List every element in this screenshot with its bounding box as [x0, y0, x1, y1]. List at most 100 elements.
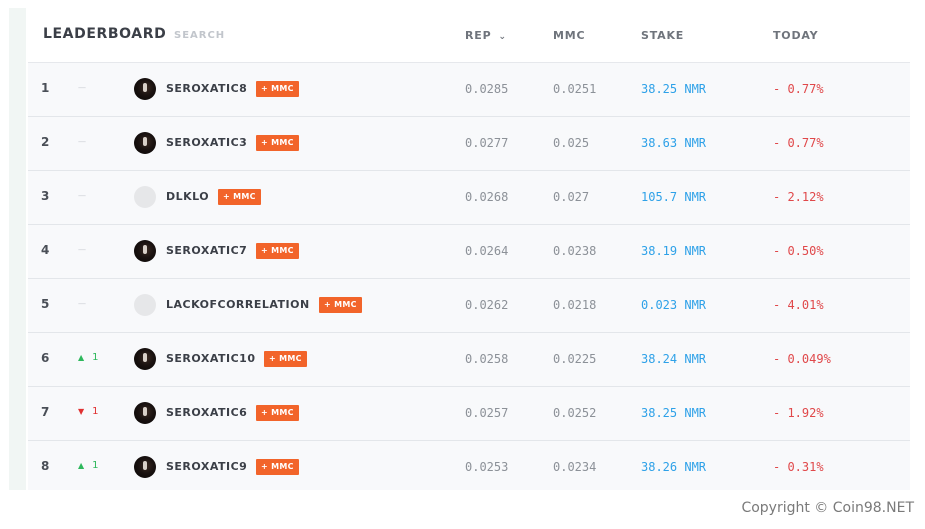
table-row[interactable]: 4 — SEROXATIC7 + MMC 0.0264 0.0238 38.19 NMR - … [28, 225, 910, 279]
mmc-value: 0.0238 [553, 244, 597, 258]
rep-value: 0.0264 [465, 244, 509, 258]
table-row[interactable]: 6 ▲ 1 SEROXATIC10 + MMC 0.0258 0.0225 38.24 NMR… [28, 333, 910, 387]
table-row[interactable]: 2 — SEROXATIC3 + MMC 0.0277 0.025 38.63 NMR - 0… [28, 117, 910, 171]
dash-icon: — [78, 191, 86, 200]
table-row[interactable]: 5 — LACKOFCORRELATION + MMC 0.0262 0.0218 0.02… [28, 279, 910, 333]
today-value: - 0.77% [773, 136, 824, 150]
avatar [134, 402, 156, 424]
column-header-rep[interactable]: REP ⌄ [465, 29, 507, 42]
stake-value: 38.25 NMR [641, 406, 707, 420]
column-header-rep-label: REP [465, 29, 492, 42]
avatar [134, 186, 156, 208]
stake-value: 0.023 NMR [641, 298, 707, 312]
rank-change-count: 1 [92, 460, 99, 471]
stake-value: 38.26 NMR [641, 460, 707, 474]
rank-number: 4 [41, 243, 50, 257]
arrow-down-icon: ▼ [78, 407, 85, 416]
today-value: - 0.77% [773, 82, 824, 96]
rank-change: — [78, 244, 86, 255]
avatar [134, 456, 156, 478]
model-name-link[interactable]: SEROXATIC6 [166, 406, 247, 419]
rank-number: 3 [41, 189, 50, 203]
model-name-link[interactable]: SEROXATIC9 [166, 460, 247, 473]
rank-number: 6 [41, 351, 50, 365]
model-name-link[interactable]: SEROXATIC7 [166, 244, 247, 257]
rank-change: — [78, 136, 86, 147]
mmc-badge: + MMC [256, 459, 299, 475]
today-value: - 2.12% [773, 190, 824, 204]
leaderboard-title: LEADERBOARD [43, 26, 167, 42]
copyright-watermark: Copyright © Coin98.NET [741, 500, 914, 516]
model-name-link[interactable]: SEROXATIC3 [166, 136, 247, 149]
mmc-badge: + MMC [256, 243, 299, 259]
mmc-badge: + MMC [319, 297, 362, 313]
avatar [134, 132, 156, 154]
rank-change-count: 1 [92, 406, 99, 417]
rank-number: 8 [41, 459, 50, 473]
rank-number: 7 [41, 405, 50, 419]
mmc-value: 0.027 [553, 190, 590, 204]
rep-value: 0.0268 [465, 190, 509, 204]
stake-value: 38.25 NMR [641, 82, 707, 96]
column-header-stake[interactable]: STAKE [641, 29, 684, 42]
mmc-value: 0.025 [553, 136, 590, 150]
dash-icon: — [78, 245, 86, 254]
page: LEADERBOARD SEARCH REP ⌄ MMC STAKE TODAY … [0, 0, 925, 529]
model-name-link[interactable]: SEROXATIC8 [166, 82, 247, 95]
stake-value: 38.19 NMR [641, 244, 707, 258]
avatar [134, 240, 156, 262]
dash-icon: — [78, 299, 86, 308]
rep-value: 0.0285 [465, 82, 509, 96]
rank-change: — [78, 190, 86, 201]
avatar [134, 294, 156, 316]
table-row[interactable]: 3 — DLKLO + MMC 0.0268 0.027 105.7 NMR - 2.12% [28, 171, 910, 225]
search-input[interactable]: SEARCH [174, 30, 225, 41]
mmc-value: 0.0225 [553, 352, 597, 366]
model-name-link[interactable]: LACKOFCORRELATION [166, 298, 310, 311]
table-row[interactable]: 7 ▼ 1 SEROXATIC6 + MMC 0.0257 0.0252 38.25 NMR -… [28, 387, 910, 441]
mmc-badge: + MMC [256, 135, 299, 151]
rank-change: — [78, 298, 86, 309]
leaderboard-header: LEADERBOARD SEARCH REP ⌄ MMC STAKE TODAY [28, 8, 910, 63]
dash-icon: — [78, 83, 86, 92]
mmc-value: 0.0251 [553, 82, 597, 96]
rank-number: 1 [41, 81, 50, 95]
leaderboard-card: LEADERBOARD SEARCH REP ⌄ MMC STAKE TODAY … [28, 8, 910, 490]
table-row[interactable]: 8 ▲ 1 SEROXATIC9 + MMC 0.0253 0.0234 38.26 NMR -… [28, 441, 910, 490]
stake-value: 38.63 NMR [641, 136, 707, 150]
today-value: - 4.01% [773, 298, 824, 312]
mmc-value: 0.0234 [553, 460, 597, 474]
mmc-badge: + MMC [264, 351, 307, 367]
column-header-today[interactable]: TODAY [773, 29, 818, 42]
rank-change-count: 1 [92, 352, 99, 363]
leaderboard-rows: 1— SEROXATIC8 + MMC 0.0285 0.0251 38.25 NMR - … [28, 63, 910, 490]
column-header-mmc[interactable]: MMC [553, 29, 585, 42]
model-name-link[interactable]: DLKLO [166, 190, 209, 203]
arrow-up-icon: ▲ [78, 353, 85, 362]
today-value: - 0.50% [773, 244, 824, 258]
mmc-value: 0.0252 [553, 406, 597, 420]
arrow-up-icon: ▲ [78, 461, 85, 470]
model-name-link[interactable]: SEROXATIC10 [166, 352, 255, 365]
left-panel-edge [9, 8, 26, 490]
rep-value: 0.0277 [465, 136, 509, 150]
chevron-down-icon: ⌄ [498, 32, 507, 42]
avatar [134, 348, 156, 370]
mmc-badge: + MMC [218, 189, 261, 205]
rank-change: ▲ 1 [78, 460, 99, 471]
mmc-badge: + MMC [256, 81, 299, 97]
today-value: - 0.049% [773, 352, 831, 366]
rank-change: — [78, 82, 86, 93]
today-value: - 1.92% [773, 406, 824, 420]
dash-icon: — [78, 137, 86, 146]
rep-value: 0.0257 [465, 406, 509, 420]
table-row[interactable]: 1 — SEROXATIC8 + MMC 0.0285 0.0251 38.25 NMR - … [28, 63, 910, 117]
avatar [134, 78, 156, 100]
rep-value: 0.0258 [465, 352, 509, 366]
rep-value: 0.0262 [465, 298, 509, 312]
rank-number: 2 [41, 135, 50, 149]
stake-value: 105.7 NMR [641, 190, 707, 204]
today-value: - 0.31% [773, 460, 824, 474]
stake-value: 38.24 NMR [641, 352, 707, 366]
rank-number: 5 [41, 297, 50, 311]
